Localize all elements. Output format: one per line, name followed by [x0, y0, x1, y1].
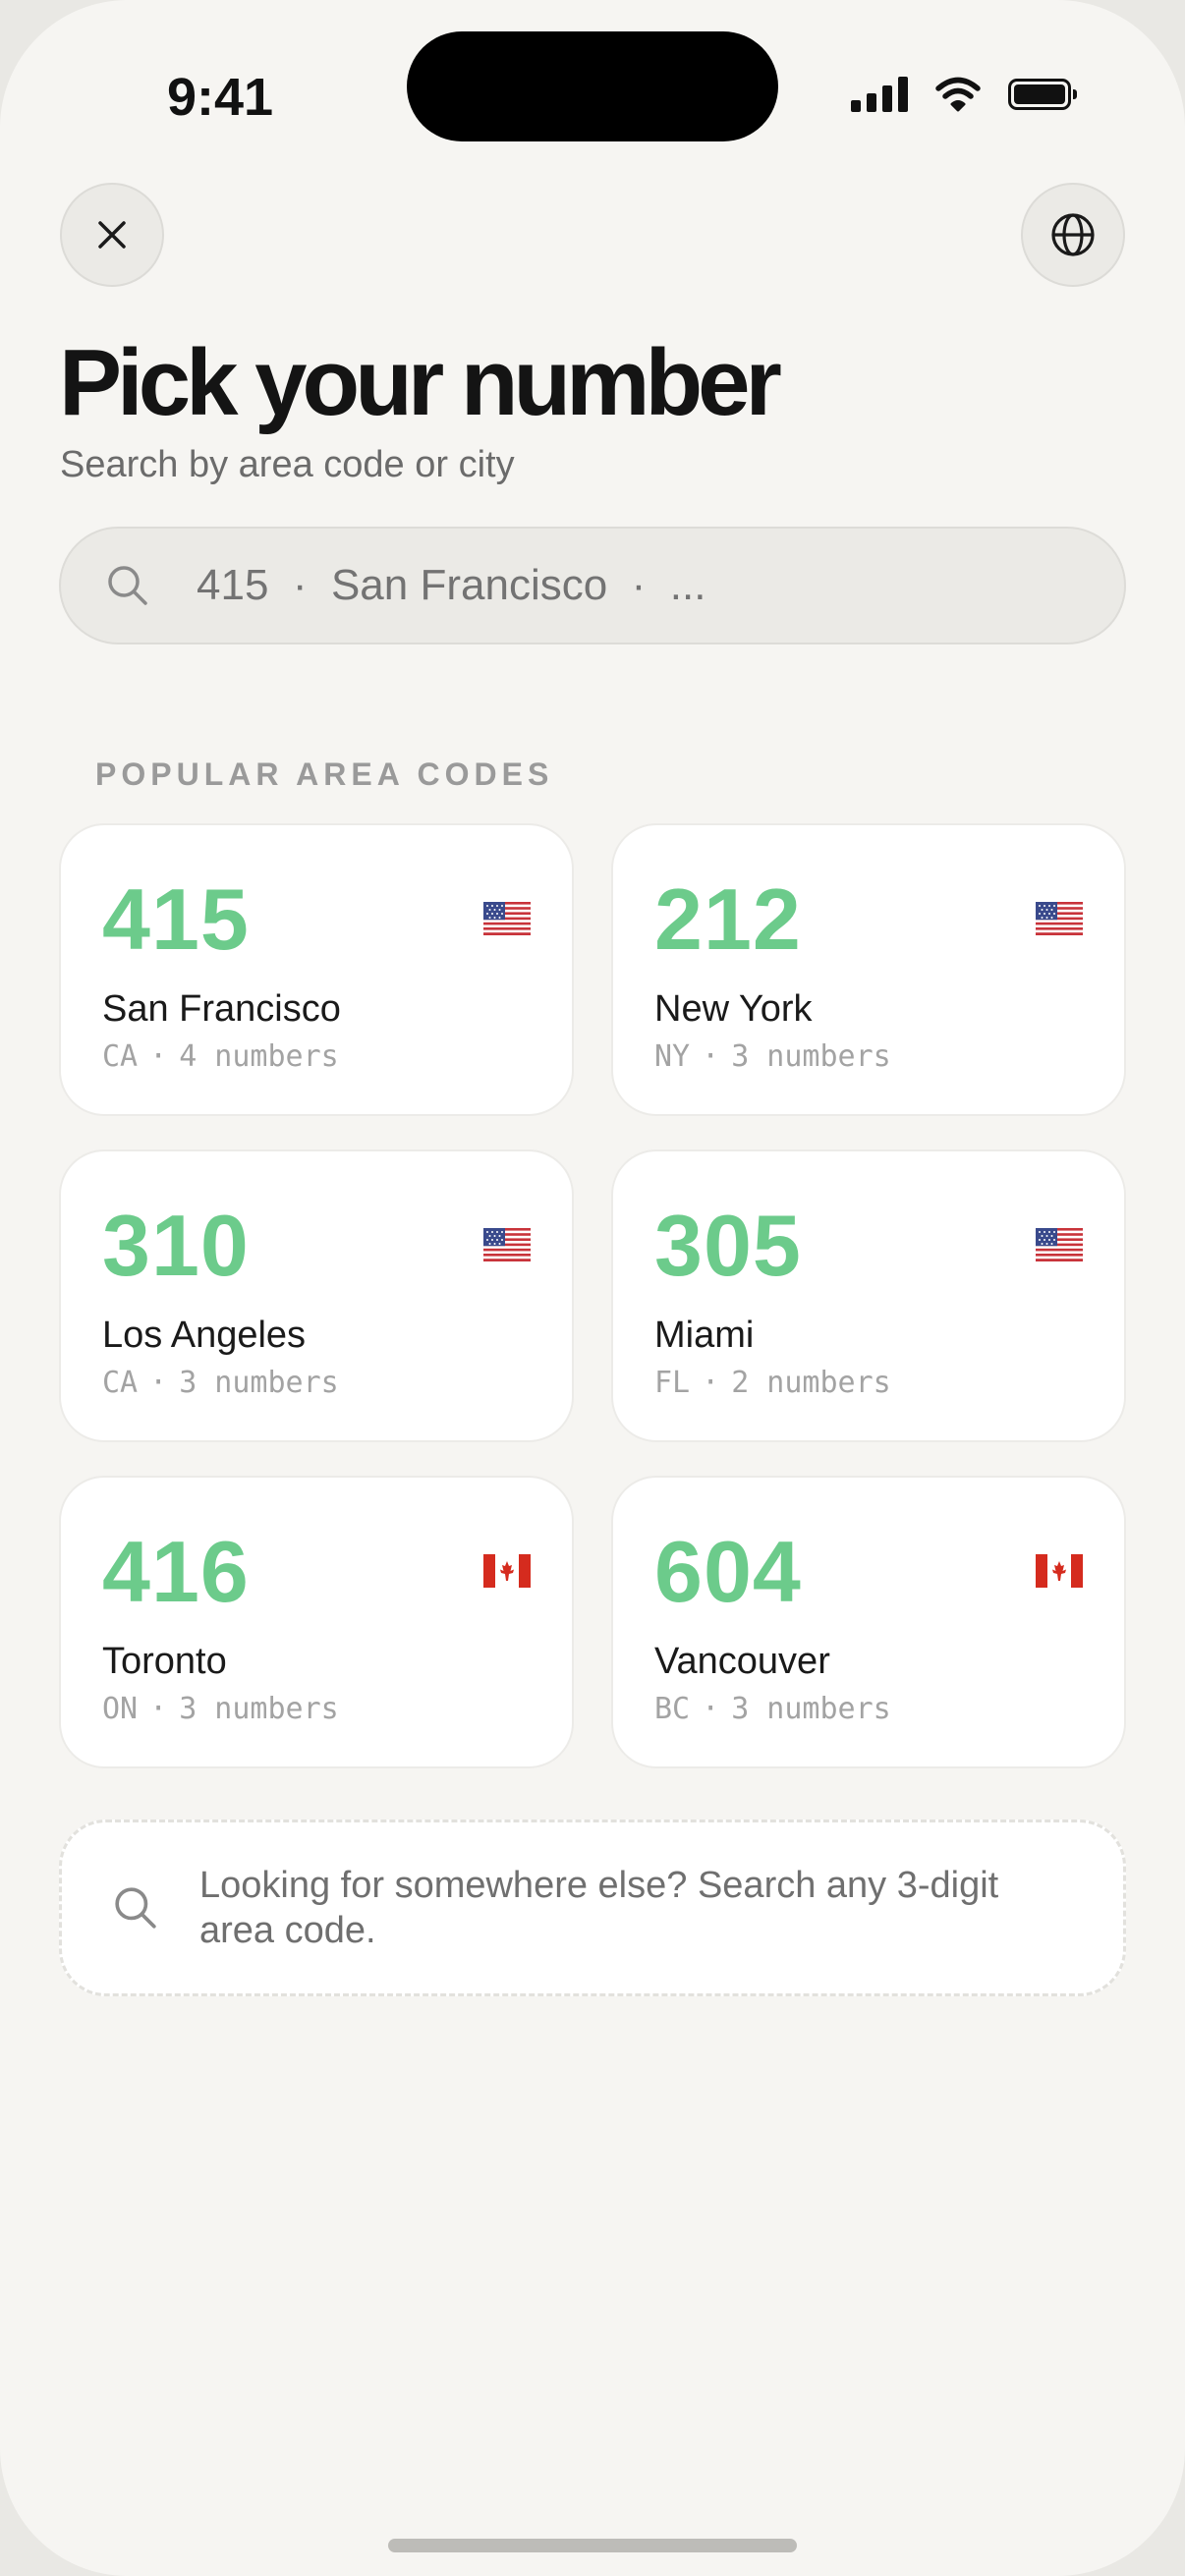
area-code-card-305[interactable]: 305 Miami FL · 2 numbers: [611, 1149, 1126, 1442]
area-code-card-415[interactable]: 415 San Francisco CA · 4 numbers: [59, 823, 574, 1116]
city-name: Miami: [654, 1315, 755, 1356]
card-meta: CA · 4 numbers: [102, 1039, 339, 1074]
us-flag-icon: [1036, 1228, 1083, 1261]
city-name: San Francisco: [102, 988, 341, 1030]
area-code: 212: [654, 870, 802, 968]
city-name: New York: [654, 988, 813, 1030]
area-code: 416: [102, 1523, 250, 1620]
battery-icon: [1008, 79, 1077, 110]
card-meta: ON · 3 numbers: [102, 1692, 339, 1726]
number-count: 3 numbers: [731, 1692, 891, 1726]
area-code-card-310[interactable]: 310 Los Angeles CA · 3 numbers: [59, 1149, 574, 1442]
card-meta: NY · 3 numbers: [654, 1039, 891, 1074]
city-name: Vancouver: [654, 1641, 830, 1682]
card-meta: BC · 3 numbers: [654, 1692, 891, 1726]
ca-flag-icon: [483, 1554, 531, 1588]
search-icon: [108, 566, 147, 605]
state-code: FL: [654, 1366, 691, 1400]
section-label-popular: POPULAR AREA CODES: [95, 756, 554, 792]
city-name: Los Angeles: [102, 1315, 307, 1356]
cellular-signal-icon: [851, 77, 908, 112]
card-meta: FL · 2 numbers: [654, 1366, 891, 1400]
us-flag-icon: [483, 1228, 531, 1261]
number-count: 4 numbers: [179, 1039, 339, 1074]
number-count: 3 numbers: [179, 1692, 339, 1726]
ca-flag-icon: [1036, 1554, 1083, 1588]
wifi-icon: [935, 77, 981, 112]
card-meta: CA · 3 numbers: [102, 1366, 339, 1400]
home-indicator[interactable]: [388, 2539, 797, 2552]
state-code: CA: [102, 1039, 139, 1074]
state-code: NY: [654, 1039, 691, 1074]
phone-screen: 9:41 Pick your number Search by area cod…: [0, 0, 1185, 2576]
page-subtitle: Search by area code or city: [60, 444, 515, 485]
search-other-area-code-button[interactable]: Looking for somewhere else? Search any 3…: [59, 1820, 1126, 1996]
area-code: 310: [102, 1197, 250, 1294]
other-search-text: Looking for somewhere else? Search any 3…: [199, 1865, 999, 1951]
us-flag-icon: [483, 902, 531, 935]
number-count: 3 numbers: [731, 1039, 891, 1074]
us-flag-icon: [1036, 902, 1083, 935]
page-title: Pick your number: [59, 330, 782, 435]
status-icons: [851, 77, 1077, 112]
state-code: CA: [102, 1366, 139, 1400]
state-code: BC: [654, 1692, 691, 1726]
area-code-card-416[interactable]: 416 Toronto ON · 3 numbers: [59, 1476, 574, 1768]
region-button[interactable]: [1021, 183, 1125, 287]
area-code: 604: [654, 1523, 802, 1620]
city-name: Toronto: [102, 1641, 227, 1682]
area-code: 305: [654, 1197, 802, 1294]
area-code-grid: 415 San Francisco CA · 4 numbers 212 New Y…: [59, 823, 1126, 1768]
area-code: 415: [102, 870, 250, 968]
close-button[interactable]: [60, 183, 164, 287]
globe-icon: [1051, 213, 1095, 256]
close-icon: [98, 221, 126, 249]
status-time: 9:41: [167, 68, 274, 127]
dynamic-island: [407, 31, 778, 141]
search-icon: [115, 1887, 156, 1929]
number-count: 2 numbers: [731, 1366, 891, 1400]
state-code: ON: [102, 1692, 139, 1726]
number-count: 3 numbers: [179, 1366, 339, 1400]
area-code-card-604[interactable]: 604 Vancouver BC · 3 numbers: [611, 1476, 1126, 1768]
area-code-card-212[interactable]: 212 New York NY · 3 numbers: [611, 823, 1126, 1116]
search-input[interactable]: [195, 560, 1044, 611]
search-bar[interactable]: [59, 527, 1126, 644]
